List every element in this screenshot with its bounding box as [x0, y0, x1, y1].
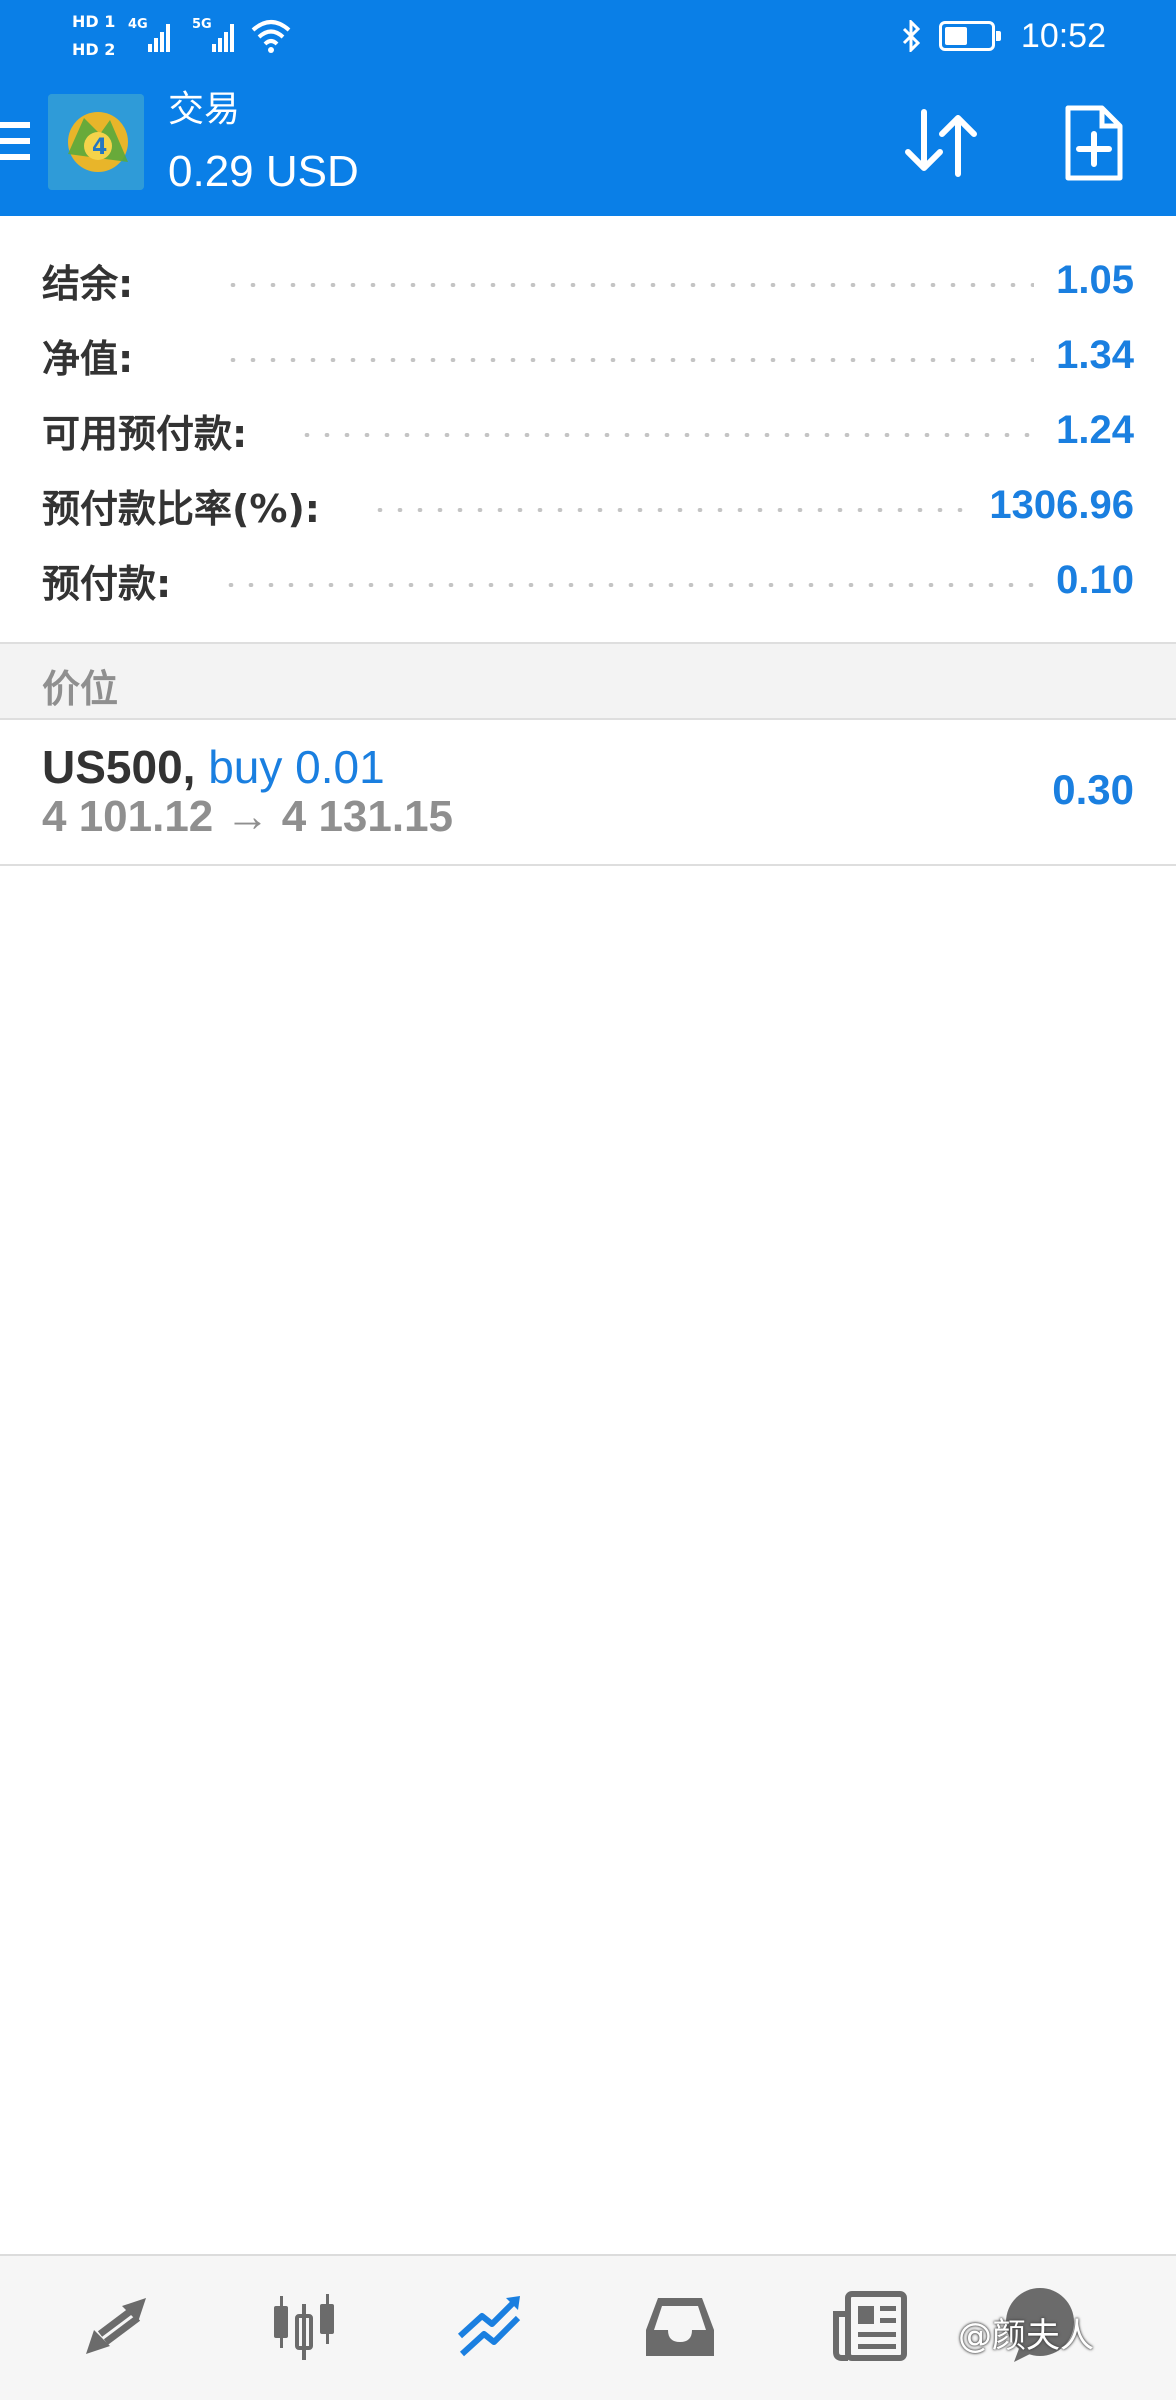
summary-label: 预付款: [42, 561, 172, 606]
signal-icon: 4G [128, 17, 170, 52]
summary-label: 预付款比率(%): [42, 486, 321, 531]
sim-indicators: HD 1 HD 2 [72, 8, 115, 64]
dotted-leader [223, 358, 1035, 362]
dotted-leader [221, 583, 1035, 587]
positions-section-header: 价位 [0, 642, 1176, 720]
status-right: 10:52 [901, 14, 1106, 58]
net2-label: 5G [192, 17, 212, 32]
new-order-icon[interactable] [1054, 104, 1134, 184]
position-symbol-line: US500, buy 0.01 [42, 740, 385, 794]
summary-label: 可用预付款: [42, 411, 248, 456]
summary-value: 1.24 [1056, 407, 1134, 452]
sort-icon[interactable] [898, 104, 988, 184]
battery-icon [938, 21, 1001, 51]
wifi-icon [251, 20, 291, 53]
svg-text:4: 4 [92, 135, 107, 160]
summary-value: 0.10 [1056, 557, 1134, 602]
position-profit: 0.30 [1052, 766, 1134, 813]
position-side: buy 0.01 [208, 741, 385, 793]
current-price: 4 131.15 [281, 792, 454, 841]
summary-label: 结余: [42, 261, 134, 306]
summary-value: 1.34 [1056, 332, 1134, 377]
app-bar: HD 1 HD 2 4G 5G 10:52 4 交易 0.29 USD [0, 0, 1176, 216]
clock: 10:52 [1020, 16, 1106, 55]
position-prices: 4 101.12 → 4 131.15 [42, 792, 453, 842]
history-icon[interactable] [640, 2286, 720, 2366]
position-item[interactable]: US500, buy 0.01 4 101.12 → 4 131.15 0.30 [0, 720, 1176, 866]
summary-row-margin-level: 预付款比率(%): 1306.96 [42, 475, 1134, 535]
bluetooth-icon [902, 20, 921, 52]
summary-value: 1306.96 [989, 482, 1134, 527]
section-title: 价位 [42, 667, 119, 711]
quotes-icon[interactable] [76, 2286, 156, 2366]
net1-label: 4G [128, 17, 148, 32]
dotted-leader [297, 433, 1035, 437]
sim2-label: HD 2 [72, 40, 116, 59]
arrow-icon: → [225, 792, 270, 841]
summary-row-margin: 预付款: 0.10 [42, 550, 1134, 610]
app-logo: 4 [48, 94, 144, 190]
page-title: 交易 [168, 89, 241, 130]
summary-value: 1.05 [1056, 257, 1134, 302]
menu-icon[interactable] [0, 122, 30, 162]
chart-icon[interactable] [264, 2286, 344, 2366]
summary-row-free-margin: 可用预付款: 1.24 [42, 400, 1134, 460]
summary-label: 净值: [42, 336, 134, 381]
sim1-label: HD 1 [72, 12, 116, 31]
dotted-leader [370, 508, 968, 512]
position-symbol: US500, [42, 741, 196, 793]
signal-icon-2: 5G [192, 17, 234, 52]
watermark: @颜夫人 [958, 2316, 1094, 2356]
summary-row-equity: 净值: 1.34 [42, 325, 1134, 385]
status-bar: HD 1 HD 2 4G 5G 10:52 [0, 0, 1176, 74]
open-price: 4 101.12 [42, 792, 214, 841]
trade-icon[interactable] [452, 2286, 532, 2366]
dotted-leader [223, 283, 1035, 287]
header-balance: 0.29 USD [168, 147, 359, 196]
summary-row-balance: 结余: 1.05 [42, 250, 1134, 310]
news-icon[interactable] [830, 2286, 910, 2366]
